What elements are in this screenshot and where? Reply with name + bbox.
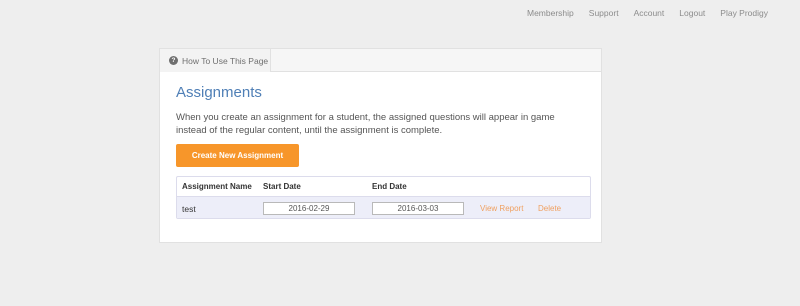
assignments-table: Assignment Name Start Date End Date test… (176, 176, 591, 219)
column-header-start-date: Start Date (263, 182, 301, 191)
top-navigation: Membership Support Account Logout Play P… (512, 8, 768, 18)
nav-logout-link[interactable]: Logout (679, 8, 705, 18)
column-header-end-date: End Date (372, 182, 407, 191)
nav-membership-link[interactable]: Membership (527, 8, 574, 18)
nav-account-link[interactable]: Account (634, 8, 665, 18)
start-date-input[interactable] (263, 202, 355, 215)
tab-how-to-use[interactable]: ? How To Use This Page (160, 49, 271, 72)
create-new-assignment-button[interactable]: Create New Assignment (176, 144, 299, 167)
column-header-name: Assignment Name (182, 182, 252, 191)
question-circle-icon: ? (169, 56, 178, 65)
view-report-link[interactable]: View Report (480, 204, 523, 213)
panel-tab-bar: ? How To Use This Page (160, 49, 601, 72)
page-title: Assignments (176, 84, 262, 101)
tab-how-to-use-label: How To Use This Page (182, 55, 269, 66)
nav-support-link[interactable]: Support (589, 8, 619, 18)
end-date-input[interactable] (372, 202, 464, 215)
page-description: When you create an assignment for a stud… (176, 112, 555, 136)
assignment-name: test (182, 204, 196, 214)
nav-play-prodigy-link[interactable]: Play Prodigy (720, 8, 768, 18)
assignments-panel: ? How To Use This Page Assignments When … (159, 48, 602, 243)
table-row: test View Report Delete (177, 196, 590, 218)
table-header: Assignment Name Start Date End Date (177, 177, 590, 196)
delete-link[interactable]: Delete (538, 204, 561, 213)
